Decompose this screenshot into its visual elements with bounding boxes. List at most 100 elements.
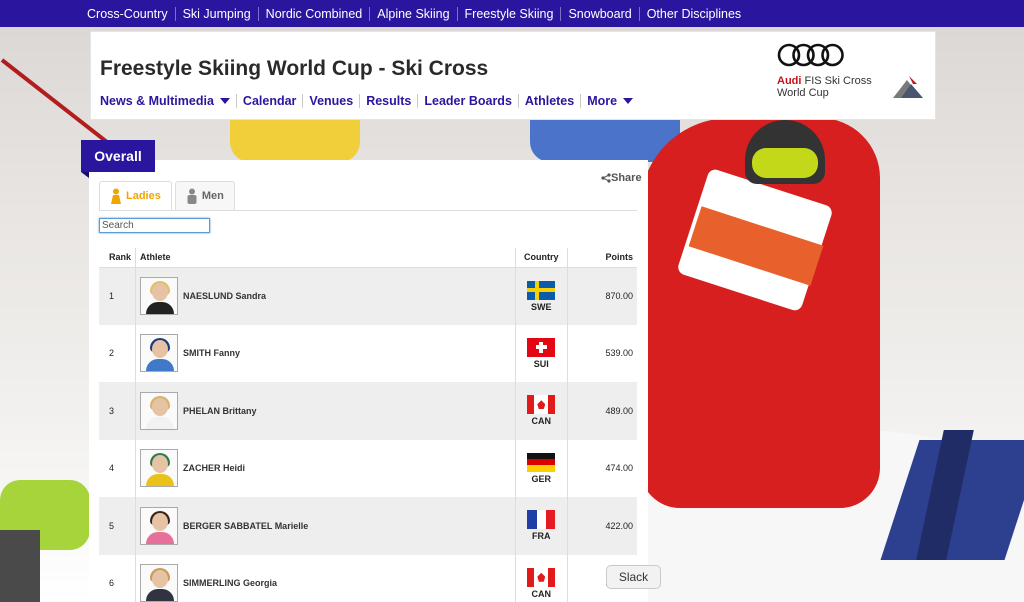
athlete-name-link[interactable]: PHELAN Brittany — [183, 406, 257, 416]
flag-ger-icon — [527, 452, 556, 472]
col-country[interactable]: Country — [515, 248, 568, 268]
share-icon — [601, 173, 611, 183]
nav-leader-boards[interactable]: Leader Boards — [418, 94, 519, 108]
points-value: 489.00 — [567, 382, 637, 440]
athlete-cell: PHELAN Brittany — [135, 382, 516, 440]
country-code: CAN — [531, 416, 552, 427]
nav-label: News & Multimedia — [100, 94, 214, 108]
nav-label: More — [587, 94, 618, 108]
section-nav: News & Multimedia Calendar Venues Result… — [100, 94, 639, 108]
nav-label: Calendar — [242, 94, 297, 108]
athlete-name-link[interactable]: ZACHER Heidi — [183, 463, 245, 473]
share-button[interactable]: Share — [601, 172, 642, 184]
skier-shape — [0, 530, 40, 602]
nav-other-disciplines[interactable]: Other Disciplines — [640, 7, 748, 21]
nav-alpine-skiing[interactable]: Alpine Skiing — [370, 6, 458, 21]
nav-ski-jumping[interactable]: Ski Jumping — [176, 6, 259, 21]
points-value: 474.00 — [567, 439, 637, 497]
athlete-cell: NAESLUND Sandra — [135, 267, 516, 325]
country-cell: GER — [515, 439, 568, 497]
athlete-name-link[interactable]: BERGER SABBATEL Marielle — [183, 521, 308, 531]
nav-label: Leader Boards — [424, 94, 512, 108]
gender-tabs: Ladies Men — [99, 181, 238, 210]
tab-label: Men — [201, 190, 224, 202]
rank-value: 5 — [99, 497, 137, 555]
site-header: Freestyle Skiing World Cup - Ski Cross N… — [90, 31, 936, 120]
athlete-name-link[interactable]: NAESLUND Sandra — [183, 291, 266, 301]
nav-results[interactable]: Results — [360, 94, 419, 108]
flag-can-icon — [527, 567, 556, 587]
rank-value: 3 — [99, 382, 137, 440]
country-code: FRA — [532, 531, 551, 542]
table-row[interactable]: 2 SMITH Fanny SUI 539.00 — [99, 324, 637, 382]
skier-shape — [230, 120, 360, 162]
search-input[interactable] — [99, 218, 210, 233]
nav-calendar[interactable]: Calendar — [237, 94, 304, 108]
discipline-nav: Cross-Country Ski Jumping Nordic Combine… — [0, 0, 1024, 27]
athlete-name-link[interactable]: SIMMERLING Georgia — [183, 578, 277, 588]
nav-nordic-combined[interactable]: Nordic Combined — [259, 6, 371, 21]
nav-freestyle-skiing[interactable]: Freestyle Skiing — [458, 6, 562, 21]
country-cell: CAN — [515, 554, 568, 602]
table-row[interactable]: 4 ZACHER Heidi GER 474.00 — [99, 439, 637, 497]
ribbon-fold — [81, 172, 89, 178]
athlete-cell: SIMMERLING Georgia — [135, 554, 516, 602]
col-athlete[interactable]: Athlete — [135, 248, 516, 268]
nav-more[interactable]: More — [581, 94, 639, 108]
table-row[interactable]: 1 NAESLUND Sandra SWE 870.00 — [99, 267, 637, 325]
country-code: SWE — [531, 301, 552, 312]
caret-down-icon — [219, 98, 230, 104]
athlete-cell: SMITH Fanny — [135, 324, 516, 382]
nav-label: Results — [366, 94, 412, 108]
female-person-icon — [111, 188, 121, 204]
athlete-photo[interactable] — [140, 506, 179, 545]
athlete-photo[interactable] — [140, 449, 179, 488]
athlete-photo[interactable] — [140, 334, 179, 373]
rank-value: 4 — [99, 439, 137, 497]
nav-snowboard[interactable]: Snowboard — [561, 6, 640, 21]
col-points[interactable]: Points — [567, 248, 637, 268]
athlete-name-link[interactable]: SMITH Fanny — [183, 348, 240, 358]
country-cell: SUI — [515, 324, 568, 382]
goggles-shape — [752, 148, 818, 178]
audi-fis-logo[interactable]: Audi FIS Ski Cross World Cup — [777, 42, 927, 112]
tab-men[interactable]: Men — [174, 181, 235, 210]
country-code: CAN — [531, 588, 552, 599]
tab-ladies[interactable]: Ladies — [99, 181, 172, 210]
athlete-photo[interactable] — [140, 277, 179, 315]
country-cell: CAN — [515, 382, 568, 440]
rank-value: 6 — [99, 554, 137, 602]
page-title: Freestyle Skiing World Cup - Ski Cross — [100, 57, 489, 80]
results-panel: Share Ladies Men Rank Athlete Country Po… — [89, 160, 648, 602]
caret-down-icon — [623, 98, 634, 104]
table-header-row: Rank Athlete Country Points — [99, 248, 637, 268]
flag-swe-icon — [527, 280, 556, 300]
table-row[interactable]: 5 BERGER SABBATEL Marielle FRA 422.00 — [99, 497, 637, 555]
athlete-cell: ZACHER Heidi — [135, 439, 516, 497]
slack-tooltip: Slack — [606, 565, 661, 589]
country-code: GER — [531, 473, 552, 484]
flag-sui-icon — [527, 337, 556, 357]
tabs-divider — [99, 210, 637, 211]
logo-text-line1: Audi FIS Ski Cross — [777, 75, 872, 87]
col-rank[interactable]: Rank — [99, 248, 137, 268]
overall-label: Overall — [81, 140, 155, 172]
nav-athletes[interactable]: Athletes — [519, 94, 582, 108]
nav-cross-country[interactable]: Cross-Country — [87, 6, 176, 21]
points-value: 422.00 — [567, 497, 637, 555]
rank-value: 1 — [99, 267, 137, 325]
tab-label: Ladies — [126, 190, 161, 202]
athlete-photo[interactable] — [140, 564, 179, 602]
table-row[interactable]: 6 SIMMERLING Georgia CAN — [99, 554, 637, 602]
male-person-icon — [187, 188, 197, 204]
share-label: Share — [611, 172, 642, 184]
table-row[interactable]: 3 PHELAN Brittany CAN 489.00 — [99, 382, 637, 440]
nav-venues[interactable]: Venues — [303, 94, 361, 108]
nav-label: Athletes — [524, 94, 575, 108]
nav-news-multimedia[interactable]: News & Multimedia — [100, 94, 237, 108]
logo-brand: Audi — [777, 75, 802, 87]
athlete-photo[interactable] — [140, 391, 179, 430]
audi-rings-icon — [777, 43, 844, 67]
nav-label: Venues — [309, 94, 354, 108]
country-cell: SWE — [515, 267, 568, 325]
